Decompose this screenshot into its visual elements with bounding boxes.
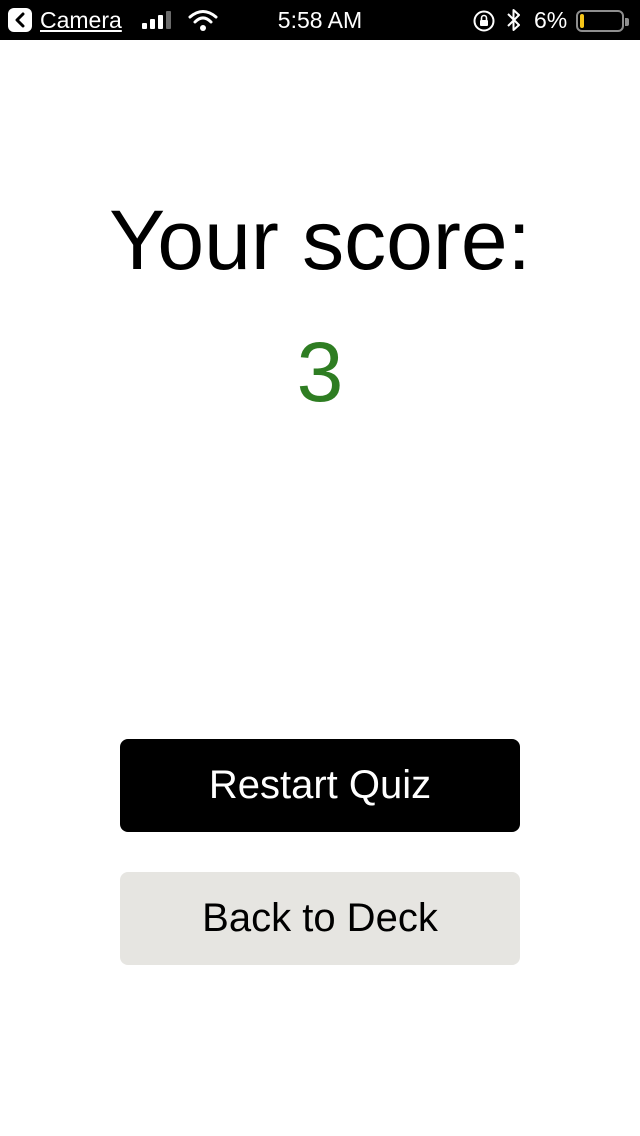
score-title: Your score: [109, 193, 531, 287]
back-to-app-link[interactable]: Camera [40, 6, 122, 34]
bluetooth-icon [506, 7, 522, 38]
rotation-lock-icon [472, 9, 496, 38]
battery-level-fill [580, 14, 584, 28]
back-to-deck-button[interactable]: Back to Deck [120, 872, 520, 965]
battery-icon [576, 10, 629, 32]
battery-percent: 6% [534, 7, 568, 33]
score-value: 3 [296, 325, 344, 419]
status-bar: Camera 5:58 AM 6% [0, 0, 640, 40]
restart-quiz-button[interactable]: Restart Quiz [120, 739, 520, 832]
battery-nub [625, 18, 629, 26]
wifi-icon [188, 8, 218, 37]
back-chevron-icon[interactable] [8, 8, 32, 32]
cellular-signal-icon [142, 10, 176, 35]
